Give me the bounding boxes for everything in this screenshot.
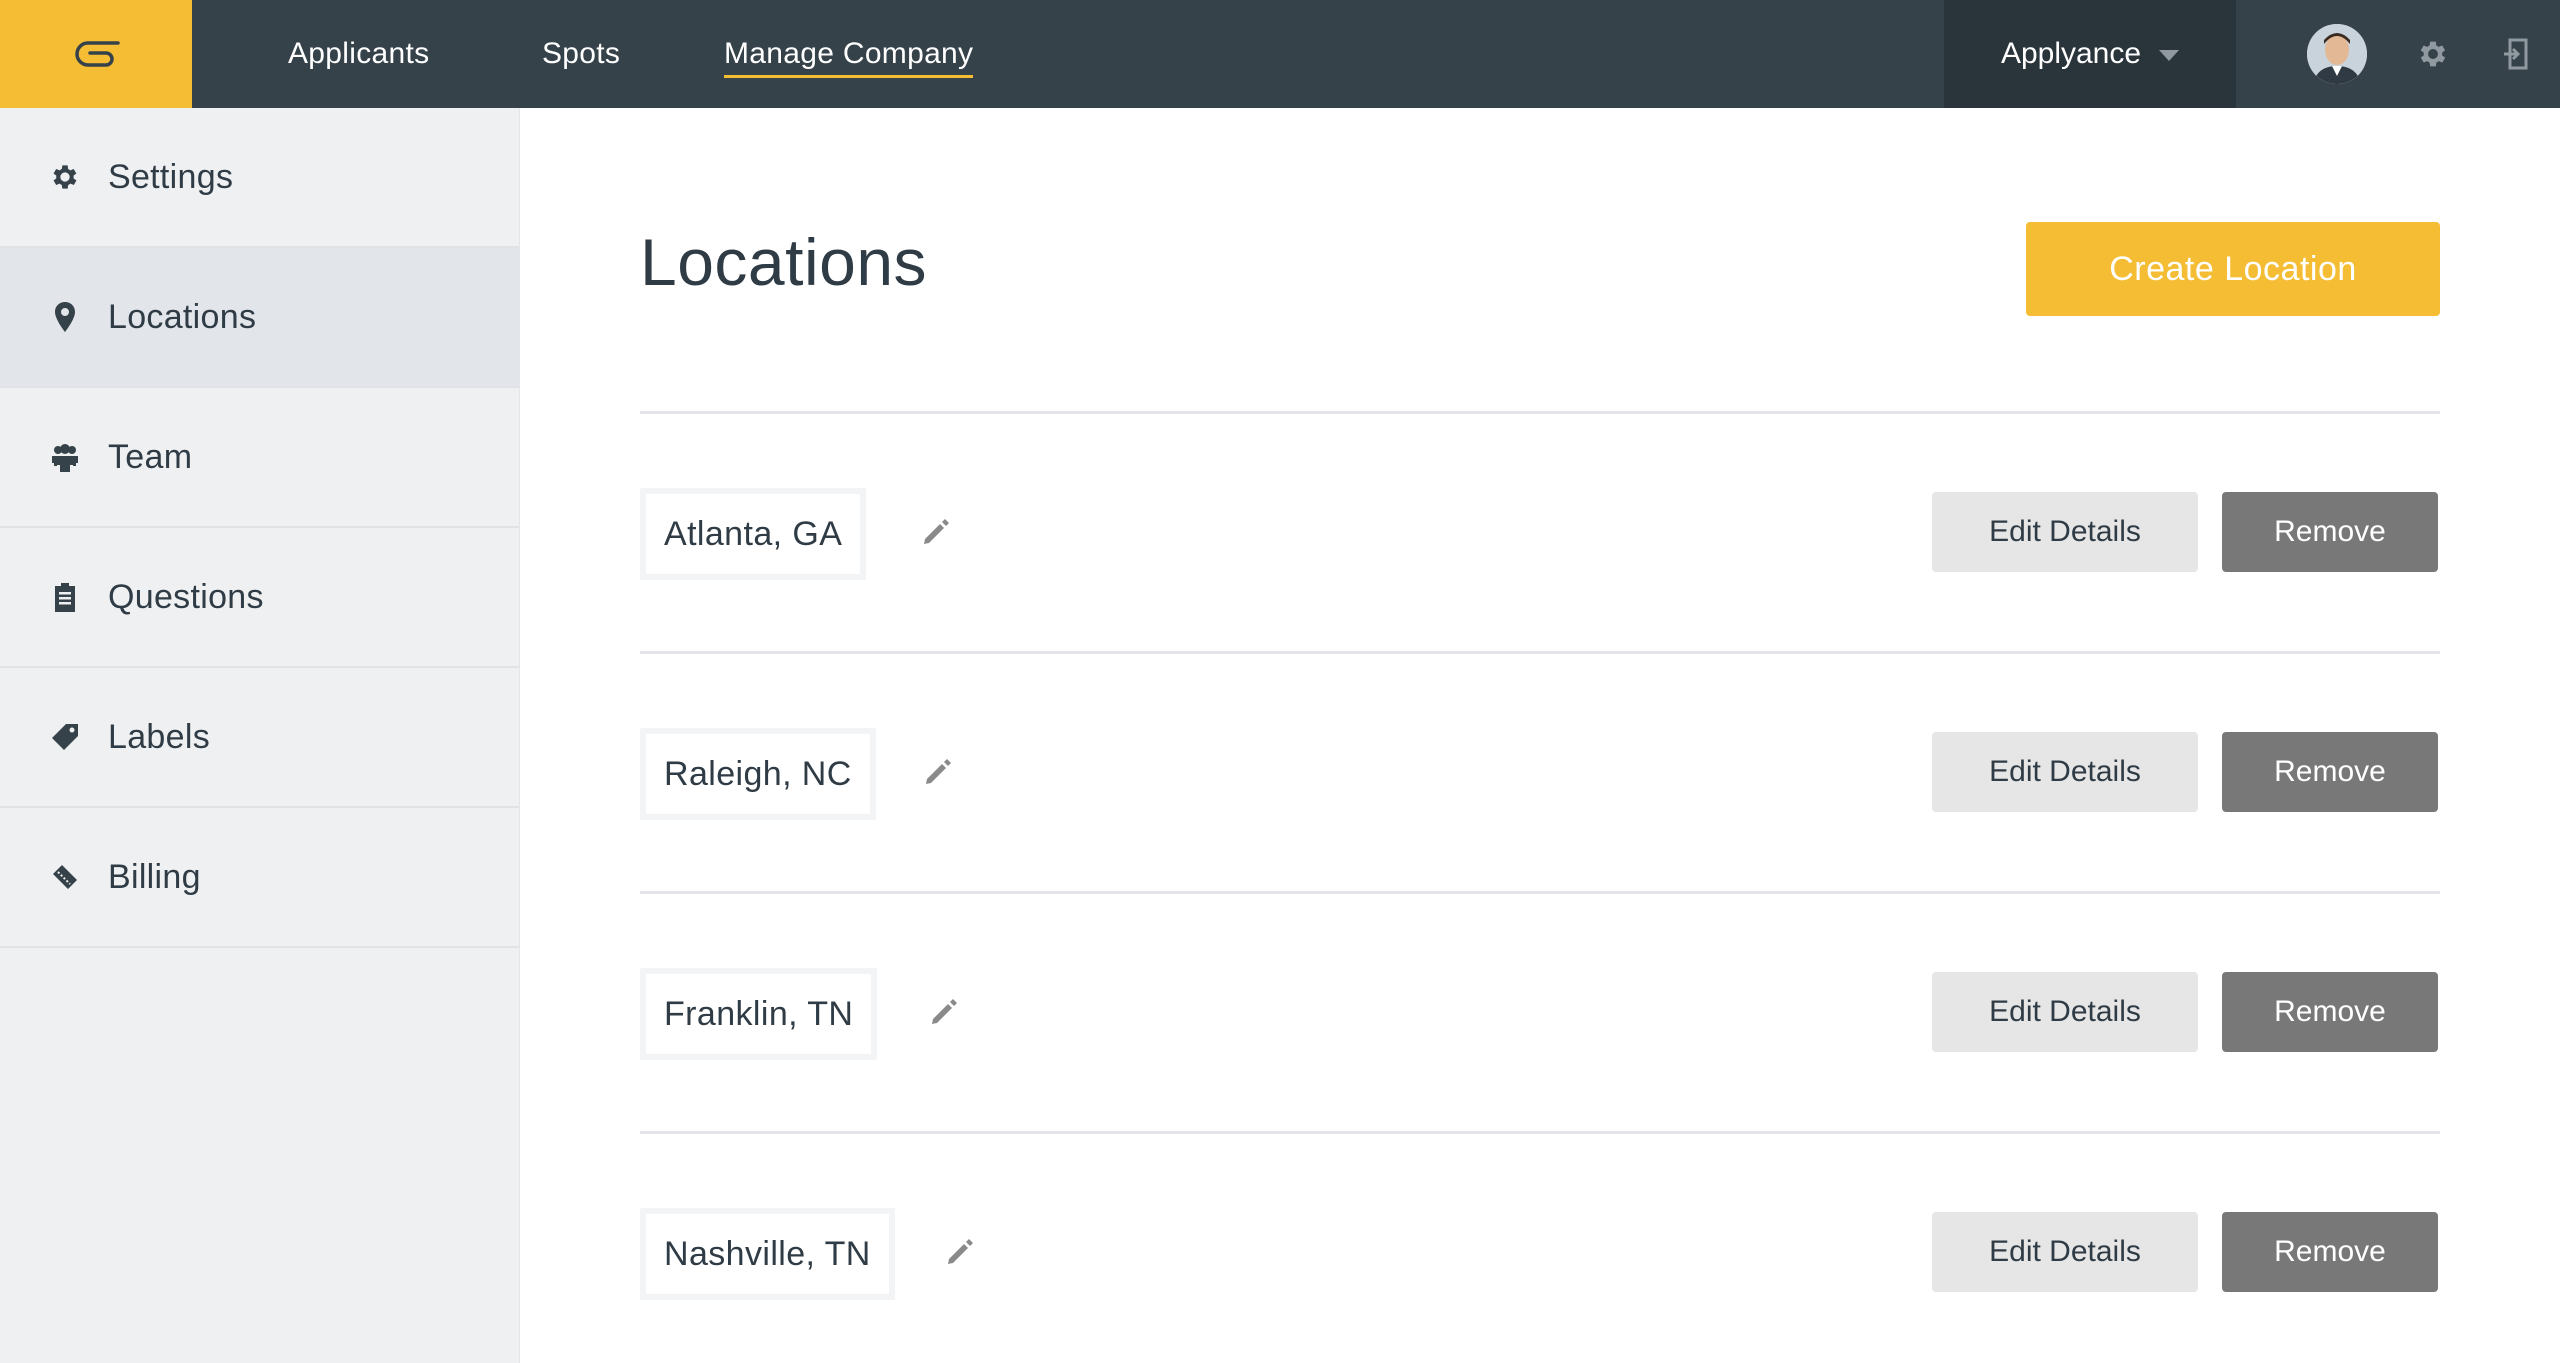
remove-button[interactable]: Remove (2222, 492, 2438, 572)
sidebar-item-billing[interactable]: Billing (0, 808, 519, 948)
sidebar-item-label: Labels (108, 717, 210, 756)
company-switcher[interactable]: Applyance (1944, 0, 2236, 108)
location-name-field[interactable]: Atlanta, GA (640, 488, 867, 580)
list-item: Atlanta, GA Edit Details Remove (640, 488, 2440, 580)
logout-icon[interactable] (2496, 34, 2536, 74)
gear-icon (2420, 41, 2446, 67)
sidebar-item-label: Team (108, 437, 193, 476)
list-item: Franklin, TN Edit Details Remove (640, 968, 2440, 1060)
location-name-field[interactable]: Raleigh, NC (640, 728, 876, 820)
edit-details-button[interactable]: Edit Details (1932, 1212, 2198, 1292)
edit-details-button[interactable]: Edit Details (1932, 732, 2198, 812)
divider (640, 1131, 2440, 1134)
sidebar-item-questions[interactable]: Questions (0, 528, 519, 668)
edit-details-button[interactable]: Edit Details (1932, 492, 2198, 572)
divider (640, 651, 2440, 654)
sign-out-icon (2504, 38, 2528, 70)
page-title: Locations (640, 225, 928, 299)
map-pin-icon (48, 300, 82, 334)
ticket-icon (48, 860, 82, 894)
company-name: Applyance (2000, 37, 2142, 70)
nav-applicants[interactable]: Applicants (288, 0, 429, 108)
location-name-field[interactable]: Franklin, TN (640, 968, 878, 1060)
remove-button[interactable]: Remove (2222, 1212, 2438, 1292)
sidebar-item-locations[interactable]: Locations (0, 248, 519, 388)
paperclip-logo-icon (75, 41, 120, 67)
sidebar-item-labels[interactable]: Labels (0, 668, 519, 808)
sidebar-item-label: Questions (108, 577, 264, 616)
divider (640, 891, 2440, 894)
remove-button[interactable]: Remove (2222, 732, 2438, 812)
sidebar-item-team[interactable]: Team (0, 388, 519, 528)
user-avatar-icon (2307, 24, 2367, 84)
clipboard-icon (48, 580, 82, 614)
pencil-icon[interactable] (926, 994, 962, 1030)
pencil-icon[interactable] (942, 1234, 978, 1270)
nav-spots-label: Spots (542, 37, 621, 70)
pencil-icon[interactable] (920, 754, 956, 790)
pencil-icon[interactable] (918, 514, 954, 550)
team-icon (48, 440, 82, 474)
list-item: Raleigh, NC Edit Details Remove (640, 728, 2440, 820)
sidebar-item-label: Settings (108, 157, 234, 196)
chevron-down-icon (2159, 50, 2180, 61)
nav-manage-company[interactable]: Manage Company (724, 0, 974, 108)
divider (640, 411, 2440, 414)
create-location-button[interactable]: Create Location (2026, 222, 2440, 316)
settings-gear-icon[interactable] (2413, 34, 2453, 74)
sidebar-item-label: Locations (108, 297, 257, 336)
nav-applicants-label: Applicants (288, 37, 430, 70)
top-navigation-bar: Applicants Spots Manage Company Applyanc… (0, 0, 2560, 108)
applyance-logo[interactable] (0, 0, 192, 108)
sidebar-item-settings[interactable]: Settings (0, 108, 519, 248)
sidebar: Settings Locations Team Questions Labels… (0, 108, 520, 1363)
list-item: Nashville, TN Edit Details Remove (640, 1208, 2440, 1300)
remove-button[interactable]: Remove (2222, 972, 2438, 1052)
location-name-field[interactable]: Nashville, TN (640, 1208, 895, 1300)
nav-spots[interactable]: Spots (542, 0, 620, 108)
nav-manage-company-label: Manage Company (724, 30, 974, 78)
sidebar-item-label: Billing (108, 857, 201, 896)
edit-details-button[interactable]: Edit Details (1932, 972, 2198, 1052)
tag-icon (48, 720, 82, 754)
avatar[interactable] (2307, 24, 2367, 84)
gear-icon (48, 160, 82, 194)
